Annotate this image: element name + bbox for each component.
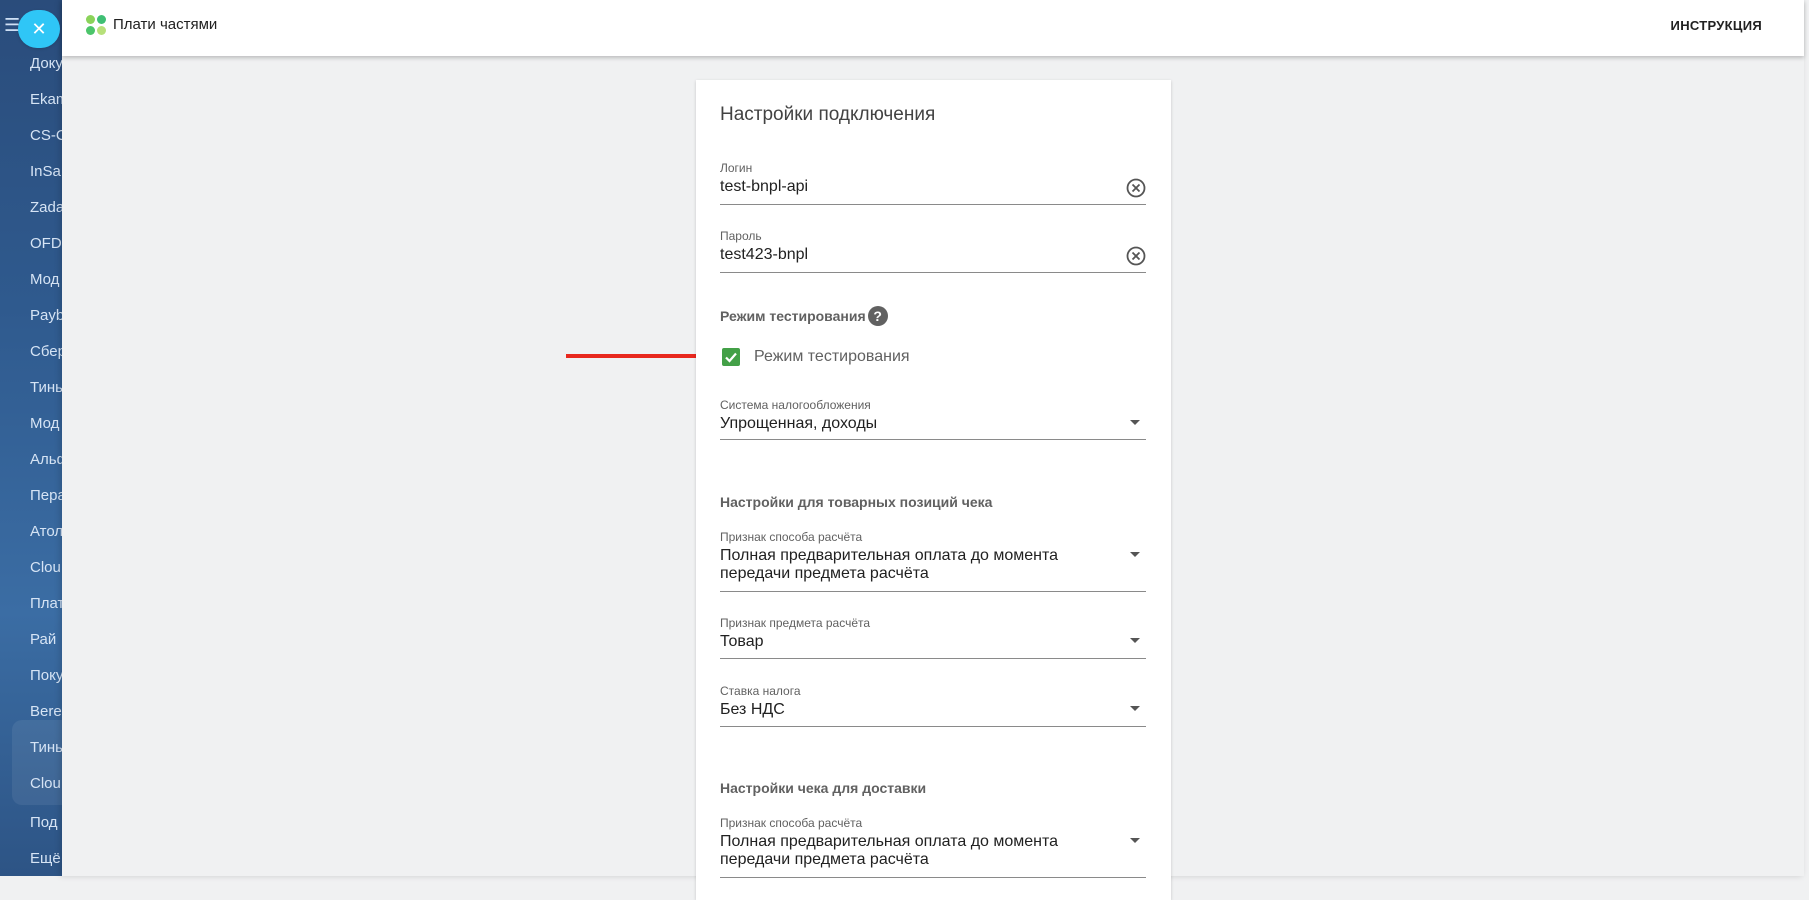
payment-method-value: Полная предварительная оплата до момента… xyxy=(720,547,1059,582)
sidebar-item[interactable]: CS-C xyxy=(30,127,62,144)
login-field[interactable]: Логин xyxy=(720,161,1146,205)
sidebar-item[interactable]: Рай xyxy=(30,631,56,648)
sidebar-group-highlight xyxy=(12,720,62,805)
chevron-down-icon xyxy=(1130,420,1140,425)
password-label: Пароль xyxy=(720,229,762,243)
sidebar-item[interactable]: Альф xyxy=(30,451,62,468)
chevron-down-icon xyxy=(1130,552,1140,557)
sidebar-item[interactable]: Атол xyxy=(30,523,62,540)
delivery-settings-heading: Настройки чека для доставки xyxy=(720,780,927,796)
app-logo-icon xyxy=(86,15,106,35)
tax-system-label: Система налогообложения xyxy=(720,398,871,412)
sidebar-item[interactable]: Clou xyxy=(30,775,61,792)
settings-card: Настройки подключения Логин Пароль Режим… xyxy=(696,80,1171,900)
sidebar-item[interactable]: Мод xyxy=(30,415,59,432)
payment-subject-select[interactable]: Признак предмета расчёта Товар xyxy=(720,616,1146,659)
chevron-down-icon xyxy=(1130,638,1140,643)
chevron-down-icon xyxy=(1130,838,1140,843)
sidebar-item[interactable]: Мод xyxy=(30,271,59,288)
payment-subject-label: Признак предмета расчёта xyxy=(720,616,871,630)
sidebar-item[interactable]: Ещё xyxy=(30,850,61,867)
payment-method-select[interactable]: Признак способа расчёта Полная предварит… xyxy=(720,530,1146,592)
help-icon[interactable]: ? xyxy=(867,306,888,326)
sidebar-item[interactable]: Сбер xyxy=(30,343,62,360)
delivery-payment-method-label: Признак способа расчёта xyxy=(720,816,863,830)
sidebar-item[interactable]: Clou xyxy=(30,559,61,576)
payment-method-label: Признак способа расчёта xyxy=(720,530,863,544)
vat-rate-label: Ставка налога xyxy=(720,684,801,698)
item-settings-heading: Настройки для товарных позиций чека xyxy=(720,494,993,510)
payment-subject-value: Товар xyxy=(720,633,764,650)
close-slider-button[interactable]: ✕ xyxy=(18,10,60,48)
background-sidebar: ☰ Доку Ekam CS-C InSa Zada OFD Мод Payb … xyxy=(0,0,62,876)
login-input[interactable] xyxy=(720,178,1100,196)
sidebar-item[interactable]: Пера xyxy=(30,487,62,504)
clear-icon[interactable] xyxy=(1126,246,1146,266)
vat-rate-select[interactable]: Ставка налога Без НДС xyxy=(720,684,1146,727)
tax-system-select[interactable]: Система налогообложения Упрощенная, дохо… xyxy=(720,398,1146,440)
tax-system-value: Упрощенная, доходы xyxy=(720,415,878,432)
test-mode-checkbox-label: Режим тестирования xyxy=(754,348,910,365)
instruction-link[interactable]: ИНСТРУКЦИЯ xyxy=(1671,18,1762,33)
sidebar-item[interactable]: InSa xyxy=(30,163,61,180)
sidebar-item[interactable]: Тинь xyxy=(30,739,62,756)
sidebar-item[interactable]: Поку xyxy=(30,667,62,684)
sidebar-item[interactable]: Zada xyxy=(30,199,62,216)
app-header: Плати частями ИНСТРУКЦИЯ xyxy=(62,0,1804,56)
sidebar-item[interactable]: Payb xyxy=(30,307,62,324)
password-field[interactable]: Пароль xyxy=(720,229,1146,273)
test-mode-checkbox-row[interactable]: Режим тестирования xyxy=(722,348,910,366)
checkmark-icon xyxy=(725,352,737,363)
close-icon: ✕ xyxy=(31,18,47,39)
section-title: Настройки подключения xyxy=(720,104,936,125)
sidebar-item[interactable]: Тинь xyxy=(30,379,62,396)
sidebar-item[interactable]: Под xyxy=(30,814,58,831)
sidebar-item[interactable]: OFD xyxy=(30,235,62,252)
delivery-payment-method-value: Полная предварительная оплата до момента… xyxy=(720,833,1059,868)
password-input[interactable] xyxy=(720,246,1100,264)
test-mode-heading: Режим тестирования ? xyxy=(720,306,888,326)
delivery-payment-method-select[interactable]: Признак способа расчёта Полная предварит… xyxy=(720,816,1146,878)
slider-panel: Плати частями ИНСТРУКЦИЯ Настройки подкл… xyxy=(62,0,1804,900)
vat-rate-value: Без НДС xyxy=(720,701,785,718)
sidebar-item[interactable]: Доку xyxy=(30,55,62,72)
clear-icon[interactable] xyxy=(1126,178,1146,198)
login-label: Логин xyxy=(720,161,753,175)
chevron-down-icon xyxy=(1130,706,1140,711)
app-title: Плати частями xyxy=(113,16,218,33)
sidebar-item[interactable]: Bere xyxy=(30,703,62,720)
sidebar-item[interactable]: Плат xyxy=(30,595,62,612)
sidebar-item[interactable]: Ekam xyxy=(30,91,62,108)
test-mode-checkbox[interactable] xyxy=(722,348,740,366)
test-mode-heading-text: Режим тестирования xyxy=(720,308,866,324)
